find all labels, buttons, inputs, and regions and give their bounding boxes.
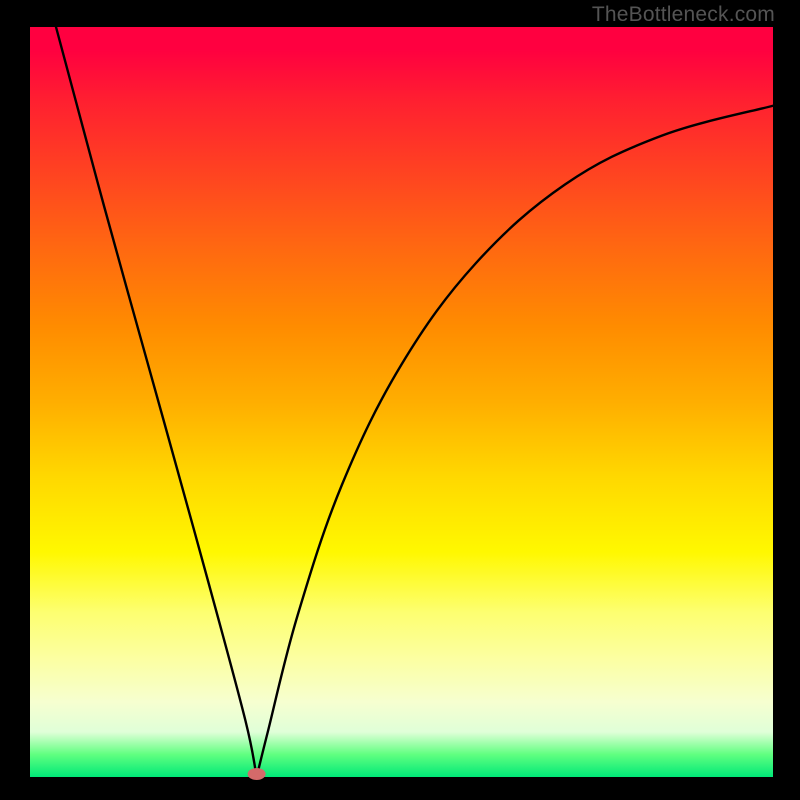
plot-area [30, 27, 773, 777]
watermark-text: TheBottleneck.com [592, 3, 775, 27]
curve-layer [30, 27, 773, 777]
bottleneck-curve [257, 106, 773, 777]
bottleneck-curve [56, 27, 257, 777]
optimum-marker [248, 768, 266, 780]
chart-frame: TheBottleneck.com [0, 0, 800, 800]
